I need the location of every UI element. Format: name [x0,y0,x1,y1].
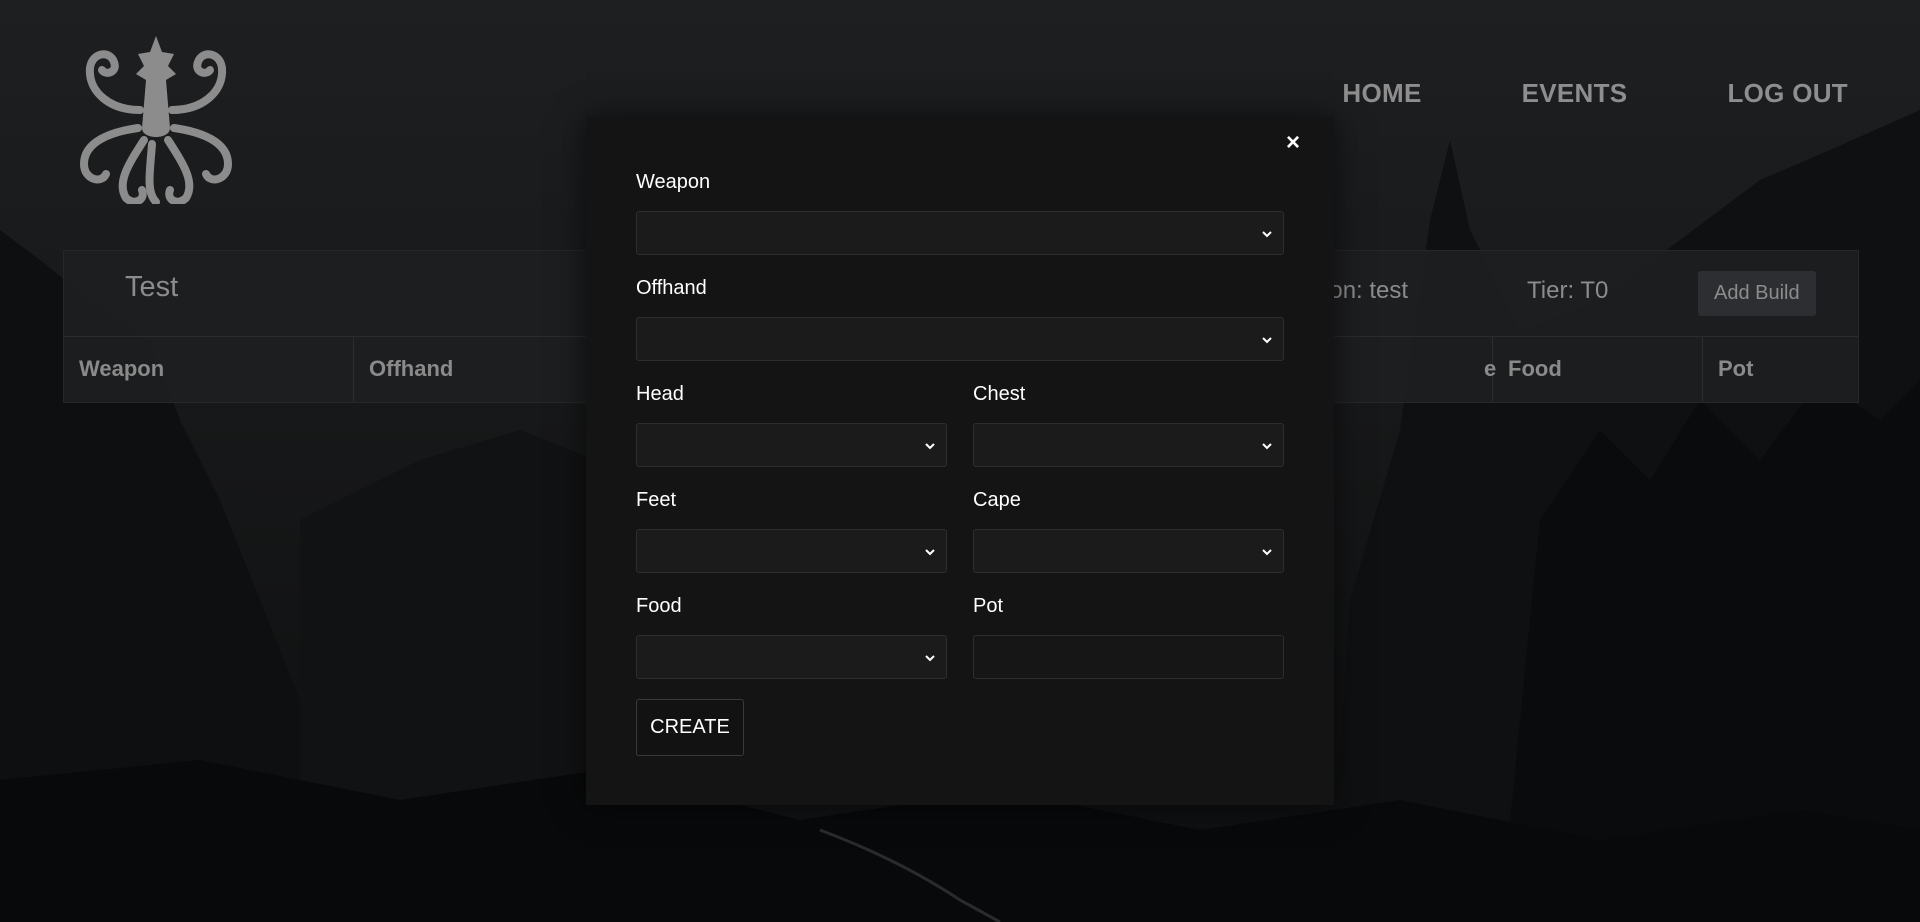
pot-label: Pot [973,595,1004,617]
add-build-button[interactable]: Add Build [1698,271,1816,316]
offhand-field: Offhand [636,277,1284,361]
create-button[interactable]: CREATE [636,699,744,756]
chest-select[interactable] [973,423,1284,467]
weapon-select[interactable] [636,211,1284,255]
food-field: Food [636,595,947,679]
chest-field: Chest [973,383,1284,467]
build-title: Test [125,271,179,303]
chevron-down-icon [925,655,935,662]
chevron-down-icon [1262,443,1272,450]
nav-home-link[interactable]: HOME [1342,78,1421,109]
feet-field: Feet [636,489,947,573]
food-label: Food [636,595,682,617]
chest-label: Chest [973,383,1026,405]
chevron-down-icon [1262,549,1272,556]
nav-events-link[interactable]: EVENTS [1522,78,1628,109]
head-label: Head [636,383,684,405]
offhand-label: Offhand [636,277,707,299]
head-select[interactable] [636,423,947,467]
cape-label: Cape [973,489,1021,511]
create-build-modal: × Weapon Offhand Head Chest Feet Cape Fo… [586,117,1334,805]
column-header-weapon: Weapon [64,337,354,402]
close-icon[interactable]: × [1286,129,1300,157]
chevron-down-icon [925,549,935,556]
cape-select[interactable] [973,529,1284,573]
build-tier: Tier: T0 [1527,277,1609,304]
feet-select[interactable] [636,529,947,573]
column-header-food: Food [1493,337,1703,402]
cape-field: Cape [973,489,1284,573]
nav-logout-link[interactable]: LOG OUT [1727,78,1848,109]
main-nav: HOME EVENTS LOG OUT [1342,78,1848,109]
chevron-down-icon [1262,231,1272,238]
octopus-logo-icon [79,36,233,204]
weapon-field: Weapon [636,171,1284,255]
chevron-down-icon [925,443,935,450]
weapon-label: Weapon [636,171,711,193]
head-field: Head [636,383,947,467]
pot-field: Pot [973,595,1284,679]
food-select[interactable] [636,635,947,679]
pot-input[interactable] [973,635,1284,679]
chevron-down-icon [1262,337,1272,344]
feet-label: Feet [636,489,677,511]
column-header-pot: Pot [1718,356,1754,381]
offhand-select[interactable] [636,317,1284,361]
